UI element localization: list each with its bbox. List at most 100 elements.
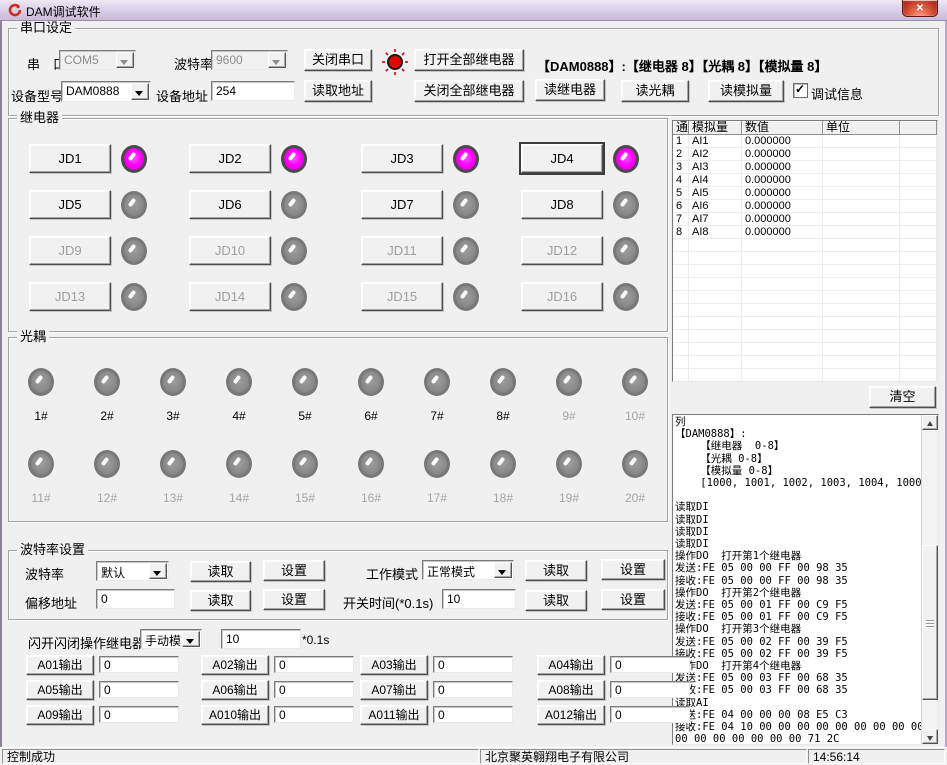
column-header[interactable]: 通 bbox=[673, 121, 689, 135]
close-all-relays-button[interactable]: 关闭全部继电器 bbox=[414, 80, 524, 102]
output-input-a010输出[interactable] bbox=[274, 706, 354, 723]
table-row[interactable] bbox=[673, 369, 937, 382]
scroll-up-icon[interactable] bbox=[922, 415, 938, 430]
relay-button-jd16[interactable]: JD16 bbox=[521, 282, 603, 311]
switch-time-read-button[interactable]: 读取 bbox=[525, 590, 587, 611]
flash-mode-combobox[interactable]: 手动模式 bbox=[140, 629, 202, 649]
relay-button-jd4[interactable]: JD4 bbox=[521, 144, 603, 173]
output-button-a02输出[interactable]: A02输出 bbox=[201, 655, 269, 675]
read-analog-button[interactable]: 读模拟量 bbox=[708, 80, 784, 102]
table-row[interactable]: 1AI10.000000 bbox=[673, 135, 937, 148]
output-button-a05输出[interactable]: A05输出 bbox=[26, 680, 94, 700]
relay-button-jd13[interactable]: JD13 bbox=[29, 282, 111, 311]
relay-button-jd9[interactable]: JD9 bbox=[29, 236, 111, 265]
work-mode-combobox[interactable]: 正常模式 bbox=[422, 560, 514, 580]
work-mode-read-button[interactable]: 读取 bbox=[525, 560, 587, 581]
column-header[interactable]: 单位 bbox=[823, 121, 900, 135]
relay-button-jd5[interactable]: JD5 bbox=[29, 190, 111, 219]
baudrate-combobox[interactable]: 默认 bbox=[96, 561, 169, 581]
opto-item-label: 20# bbox=[625, 491, 645, 505]
column-header[interactable]: 模拟量 bbox=[689, 121, 742, 135]
output-input-a09输出[interactable] bbox=[99, 706, 179, 723]
relay-button-jd11[interactable]: JD11 bbox=[361, 236, 443, 265]
output-button-a09输出[interactable]: A09输出 bbox=[26, 705, 94, 725]
column-header[interactable] bbox=[900, 121, 937, 135]
offset-set-button[interactable]: 设置 bbox=[263, 589, 325, 610]
relay-button-jd15[interactable]: JD15 bbox=[361, 282, 443, 311]
read-opto-button[interactable]: 读光耦 bbox=[621, 80, 689, 102]
relay-button-jd6[interactable]: JD6 bbox=[189, 190, 271, 219]
table-row[interactable]: 7AI70.000000 bbox=[673, 213, 937, 226]
read-relay-button[interactable]: 读继电器 bbox=[535, 79, 605, 101]
work-mode-set-button[interactable]: 设置 bbox=[601, 559, 665, 580]
port-combobox[interactable]: COM5 bbox=[59, 50, 136, 70]
table-row[interactable]: 8AI80.000000 bbox=[673, 226, 937, 239]
output-button-a06输出[interactable]: A06输出 bbox=[201, 680, 269, 700]
table-row[interactable] bbox=[673, 304, 937, 317]
switch-time-set-button[interactable]: 设置 bbox=[601, 589, 665, 610]
table-row[interactable] bbox=[673, 330, 937, 343]
table-row[interactable]: 6AI60.000000 bbox=[673, 200, 937, 213]
output-button-a07输出[interactable]: A07输出 bbox=[360, 680, 428, 700]
baud-combobox[interactable]: 9600 bbox=[211, 50, 288, 70]
relay-button-jd14[interactable]: JD14 bbox=[189, 282, 271, 311]
table-row[interactable] bbox=[673, 252, 937, 265]
output-button-a08输出[interactable]: A08输出 bbox=[537, 680, 605, 700]
scroll-down-icon[interactable] bbox=[922, 729, 938, 744]
output-button-a010输出[interactable]: A010输出 bbox=[201, 705, 269, 725]
output-button-a01输出[interactable]: A01输出 bbox=[26, 655, 94, 675]
close-port-button[interactable]: 关闭串口 bbox=[304, 49, 372, 71]
table-row[interactable] bbox=[673, 265, 937, 278]
baudrate-set-button[interactable]: 设置 bbox=[263, 560, 325, 581]
column-header[interactable]: 数值 bbox=[742, 121, 823, 135]
output-input-a07输出[interactable] bbox=[433, 681, 513, 698]
device-address-input[interactable] bbox=[211, 81, 295, 101]
close-button[interactable]: ✕ bbox=[902, 0, 938, 17]
table-row[interactable]: 3AI30.000000 bbox=[673, 161, 937, 174]
log-output[interactable]: 列 【DAM0888】: 【继电器 0-8】 【光耦 0-8】 【模拟量 0-8… bbox=[672, 414, 939, 745]
table-row[interactable]: 5AI50.000000 bbox=[673, 187, 937, 200]
switch-time-input[interactable] bbox=[442, 589, 516, 609]
output-input-a012输出[interactable] bbox=[610, 706, 690, 723]
scrollbar-thumb[interactable] bbox=[922, 545, 938, 700]
output-input-a05输出[interactable] bbox=[99, 681, 179, 698]
table-row[interactable]: 2AI20.000000 bbox=[673, 148, 937, 161]
table-cell bbox=[742, 356, 823, 369]
output-input-a011输出[interactable] bbox=[433, 706, 513, 723]
table-row[interactable] bbox=[673, 278, 937, 291]
output-input-a08输出[interactable] bbox=[610, 681, 690, 698]
output-button-a012输出[interactable]: A012输出 bbox=[537, 705, 605, 725]
titlebar[interactable]: DAM调试软件 ✕ bbox=[0, 0, 947, 21]
relay-button-jd2[interactable]: JD2 bbox=[189, 144, 271, 173]
flash-time-input[interactable] bbox=[221, 629, 301, 649]
output-button-a03输出[interactable]: A03输出 bbox=[360, 655, 428, 675]
output-input-a06输出[interactable] bbox=[274, 681, 354, 698]
table-row[interactable] bbox=[673, 291, 937, 304]
table-row[interactable] bbox=[673, 356, 937, 369]
relay-button-jd3[interactable]: JD3 bbox=[361, 144, 443, 173]
offset-read-button[interactable]: 读取 bbox=[190, 590, 251, 611]
table-row[interactable]: 4AI40.000000 bbox=[673, 174, 937, 187]
relay-button-jd10[interactable]: JD10 bbox=[189, 236, 271, 265]
open-all-relays-button[interactable]: 打开全部继电器 bbox=[414, 49, 524, 71]
output-input-a01输出[interactable] bbox=[99, 656, 179, 673]
relay-button-jd8[interactable]: JD8 bbox=[521, 190, 603, 219]
relay-button-jd7[interactable]: JD7 bbox=[361, 190, 443, 219]
relay-button-jd12[interactable]: JD12 bbox=[521, 236, 603, 265]
clear-log-button[interactable]: 清空 bbox=[869, 386, 936, 408]
output-button-a011输出[interactable]: A011输出 bbox=[360, 705, 428, 725]
output-button-a04输出[interactable]: A04输出 bbox=[537, 655, 605, 675]
read-address-button[interactable]: 读取地址 bbox=[304, 80, 372, 102]
debug-info-checkbox[interactable] bbox=[793, 83, 808, 98]
offset-address-input[interactable] bbox=[96, 589, 175, 609]
output-input-a02输出[interactable] bbox=[274, 656, 354, 673]
table-row[interactable] bbox=[673, 317, 937, 330]
log-scrollbar[interactable] bbox=[921, 415, 938, 744]
relay-button-jd1[interactable]: JD1 bbox=[29, 144, 111, 173]
table-row[interactable] bbox=[673, 239, 937, 252]
model-combobox[interactable]: DAM0888 bbox=[61, 81, 151, 102]
table-row[interactable] bbox=[673, 343, 937, 356]
output-input-a03输出[interactable] bbox=[433, 656, 513, 673]
baudrate-read-button[interactable]: 读取 bbox=[190, 561, 251, 582]
output-input-a04输出[interactable] bbox=[610, 656, 690, 673]
